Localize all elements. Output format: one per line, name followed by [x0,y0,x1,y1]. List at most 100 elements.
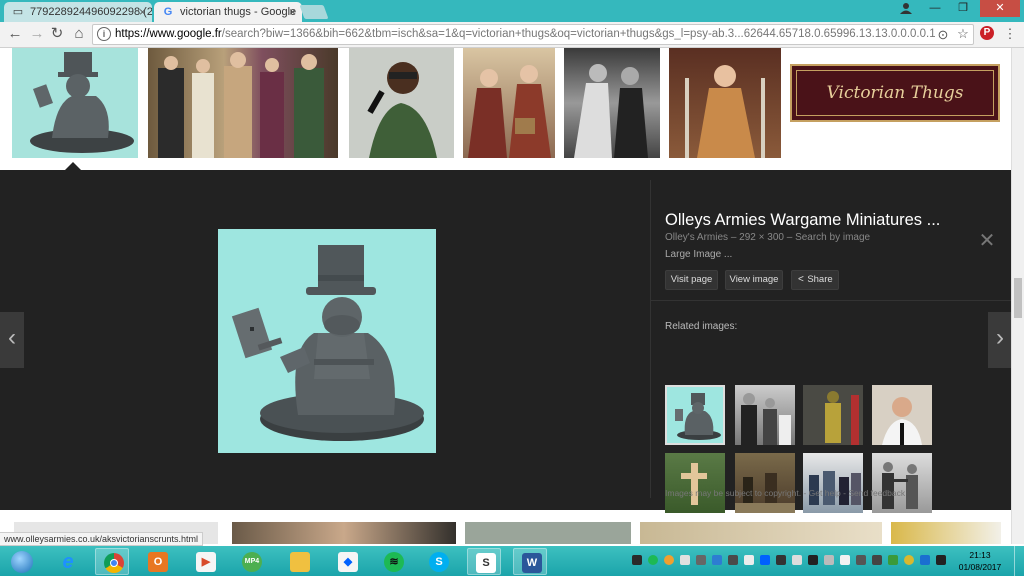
result-thumb-bottom-2[interactable] [232,522,456,544]
taskbar-dropbox[interactable]: ◆ [330,548,364,575]
tray-volume-icon[interactable] [872,555,882,565]
outlook-icon: O [148,552,168,572]
related-image-bw-men[interactable] [735,385,795,445]
preview-image[interactable] [218,229,436,453]
tray-display-icon[interactable] [792,555,802,565]
related-image-street-scene[interactable] [735,453,795,513]
previous-image-arrow-icon[interactable]: ‹ [0,312,24,368]
preview-title[interactable]: Olleys Armies Wargame Miniatures ... [665,211,955,230]
location-target-icon[interactable]: ⊙ [935,27,951,43]
visit-page-button[interactable]: Visit page [665,270,718,290]
taskbar-converter[interactable]: MP4 [234,548,268,575]
result-thumb-miniature[interactable] [12,48,138,158]
spotify-icon: ≋ [384,552,404,572]
result-thumb-bottom-4[interactable] [640,522,882,544]
clock-time: 21:13 [969,550,991,560]
page-scrollbar[interactable] [1011,48,1024,544]
bookmark-star-icon[interactable]: ☆ [955,26,971,42]
share-button[interactable]: < Share [791,270,839,290]
related-image-yellow-suit[interactable] [803,385,863,445]
send-feedback-link[interactable]: Send feedback [848,488,905,498]
result-thumb-costume-procession[interactable] [148,48,338,158]
menu-icon[interactable]: ⋮ [1002,26,1018,42]
related-image-crowd[interactable] [803,453,863,513]
tray-norton-icon[interactable] [904,555,914,565]
tray-app-icon[interactable] [664,555,674,565]
folder-icon [290,552,310,572]
profile-icon[interactable] [896,2,916,16]
next-image-arrow-icon[interactable]: › [988,312,1012,368]
tab-close-icon[interactable]: × [289,5,296,19]
tab-inactive[interactable]: ▭ 779228924496092298 (2 × [4,2,152,22]
scrollbar-thumb[interactable] [1014,278,1022,318]
taskbar-files[interactable] [282,548,316,575]
tray-dropbox-icon[interactable] [760,555,770,565]
search-by-image-link[interactable]: Search by image [795,232,870,243]
related-image-cross[interactable] [665,453,725,513]
tray-settings-icon[interactable] [632,555,642,565]
home-icon[interactable]: ⌂ [70,25,88,43]
tab-active[interactable]: G victorian thugs - Google × [154,2,302,22]
preview-source[interactable]: Olley's Armies [665,232,728,243]
tray-network-icon[interactable] [680,555,690,565]
result-thumb-bottom-5[interactable] [891,522,1001,544]
taskbar-skype[interactable]: S [421,548,455,575]
tray-message-icon[interactable] [840,555,850,565]
taskbar-outlook[interactable]: O [140,548,174,575]
tray-spotify-icon[interactable] [648,555,658,565]
banner-text: Victorian Thugs [826,83,964,103]
status-link-url: www.olleysarmies.co.uk/aksvictorianscrun… [0,532,204,546]
taskbar-spotify[interactable]: ≋ [376,548,410,575]
related-image-miniature[interactable] [665,385,725,445]
result-thumb-bw-couple[interactable] [564,48,660,158]
result-thumb-bottom-3[interactable] [465,522,631,544]
result-thumb-cloaked-women[interactable] [463,48,555,158]
maximize-icon[interactable]: ❐ [950,0,976,17]
taskbar-chrome[interactable] [95,548,129,575]
get-help-link[interactable]: Get help [809,488,841,498]
forward-arrow-icon[interactable]: → [28,25,46,43]
result-thumb-period-drama[interactable] [669,48,781,158]
mp4-converter-icon: MP4 [242,552,262,572]
url-text[interactable]: https://www.google.fr/search?biw=1366&bi… [115,28,935,40]
tray-flag-icon[interactable] [824,555,834,565]
new-tab-button[interactable] [299,5,329,19]
tray-tool-icon[interactable] [696,555,706,565]
word-icon: W [522,553,542,573]
result-thumb-banner[interactable]: Victorian Thugs [790,64,1000,122]
taskbar-media[interactable]: ▶ [188,548,222,575]
start-button[interactable] [3,548,41,575]
tray-bluetooth-icon[interactable] [920,555,930,565]
minimize-icon[interactable]: — [922,0,948,17]
tray-signal-icon[interactable] [856,555,866,565]
preview-size-label: Large Image ... [665,249,733,260]
tray-volume-app-icon[interactable] [776,555,786,565]
taskbar-ie[interactable]: e [50,548,84,575]
address-bar[interactable]: i https://www.google.fr/search?biw=1366&… [92,24,974,45]
related-image-man-portrait[interactable] [872,385,932,445]
back-arrow-icon[interactable]: ← [6,25,24,43]
view-image-button[interactable]: View image [725,270,783,290]
dropbox-icon: ◆ [338,552,358,572]
taskbar-word[interactable]: W [513,548,547,575]
tray-drive-icon[interactable] [744,555,754,565]
tray-battery-icon[interactable] [888,555,898,565]
result-thumb-singer[interactable] [349,48,454,158]
tray-shield-icon[interactable] [712,555,722,565]
windows-logo-icon [11,551,33,573]
tab-close-icon[interactable]: × [139,5,146,19]
taskbar-clock[interactable]: 21:13 01/08/2017 [950,549,1010,573]
reload-icon[interactable]: ↻ [48,25,66,43]
show-desktop-button[interactable] [1014,546,1024,576]
close-window-icon[interactable]: ✕ [980,0,1020,17]
info-icon[interactable]: i [97,27,111,41]
tray-usb-icon[interactable] [728,555,738,565]
skype-icon: S [429,552,449,572]
document-icon: ▭ [12,6,24,18]
tray-power-icon[interactable] [936,555,946,565]
tray-cursor-icon[interactable] [808,555,818,565]
close-preview-icon[interactable]: ✕ [978,231,996,251]
related-image-fight[interactable] [872,453,932,513]
taskbar-app-s[interactable]: S [467,548,501,575]
pinterest-icon[interactable]: P [980,26,996,42]
